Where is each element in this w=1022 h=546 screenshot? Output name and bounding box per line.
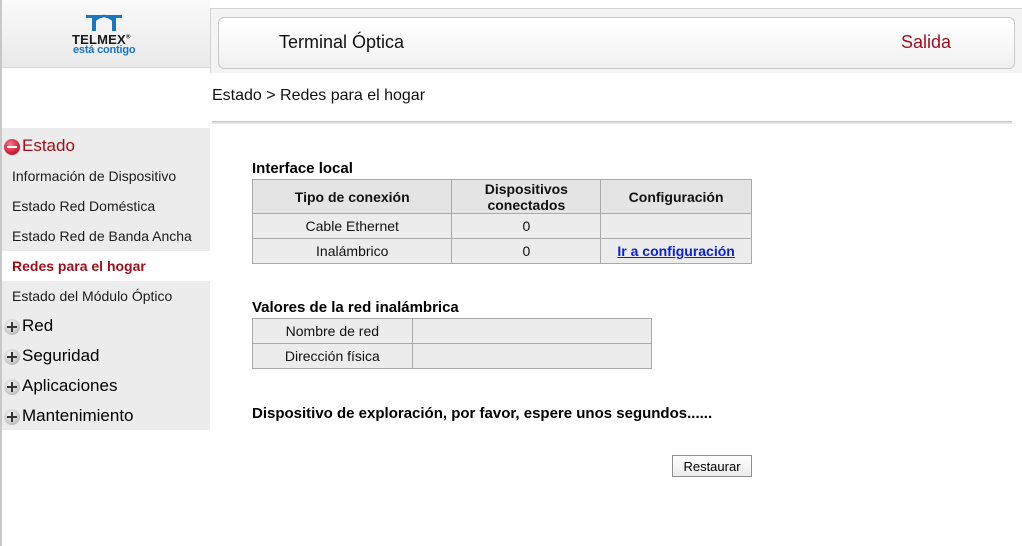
breadcrumb: Estado > Redes para el hogar xyxy=(212,87,426,104)
logo-tagline: está contigo xyxy=(73,44,136,56)
connection-type-cell: Cable Ethernet xyxy=(251,213,453,239)
table-header-row: Tipo de conexión Dispositivos conectados… xyxy=(251,179,752,214)
go-to-config-link[interactable]: Ir a configuración xyxy=(617,243,734,259)
sidebar-group-label: Seguridad xyxy=(22,346,100,365)
sidebar-item-estado-red-banda-ancha[interactable]: Estado Red de Banda Ancha xyxy=(2,221,210,251)
minus-circle-icon xyxy=(4,139,20,155)
table-row: Dirección física xyxy=(252,343,653,369)
plus-circle-icon xyxy=(4,349,20,365)
table-row: Cable Ethernet 0 xyxy=(251,213,752,239)
logout-link[interactable]: Salida xyxy=(901,32,951,53)
mac-address-value xyxy=(411,343,653,369)
sidebar-item-label: Estado del Módulo Óptico xyxy=(12,288,173,304)
connection-type-cell: Inalámbrico xyxy=(251,238,453,264)
sidebar-item-estado-modulo-optico[interactable]: Estado del Módulo Óptico xyxy=(2,281,210,311)
sidebar-group-seguridad[interactable]: Seguridad xyxy=(2,342,210,372)
restore-button[interactable]: Restaurar xyxy=(672,455,752,477)
sidebar-group-label: Mantenimiento xyxy=(22,406,134,425)
column-header: Tipo de conexión xyxy=(251,179,453,214)
sidebar-group-label: Red xyxy=(22,316,54,335)
divider xyxy=(212,121,1012,124)
local-interface-title: Interface local xyxy=(252,160,353,177)
config-cell xyxy=(600,213,752,239)
wireless-values-title: Valores de la red inalámbrica xyxy=(252,299,459,316)
sidebar-group-label: Aplicaciones xyxy=(22,376,118,395)
plus-circle-icon xyxy=(4,379,20,395)
sidebar-item-label: Información de Dispositivo xyxy=(12,168,177,184)
plus-circle-icon xyxy=(4,319,20,335)
sidebar-item-redes-hogar[interactable]: Redes para el hogar xyxy=(2,251,210,281)
scan-status-message: Dispositivo de exploración, por favor, e… xyxy=(252,405,713,422)
column-header: Configuración xyxy=(600,179,752,214)
network-name-value xyxy=(411,318,653,344)
sidebar-nav: Estado Información de Dispositivo Estado… xyxy=(2,128,210,430)
page-title: Terminal Óptica xyxy=(279,32,405,52)
sidebar-item-informacion-dispositivo[interactable]: Información de Dispositivo xyxy=(2,161,210,191)
mac-address-label: Dirección física xyxy=(252,343,413,369)
sidebar-item-estado-red-domestica[interactable]: Estado Red Doméstica xyxy=(2,191,210,221)
sidebar-item-label: Redes para el hogar xyxy=(12,258,146,274)
table-row: Nombre de red xyxy=(252,318,653,344)
local-interface-table: Tipo de conexión Dispositivos conectados… xyxy=(251,179,752,264)
wireless-values-table: Nombre de red Dirección física xyxy=(252,318,653,369)
table-row: Inalámbrico 0 Ir a configuración xyxy=(251,238,752,264)
sidebar-group-red[interactable]: Red xyxy=(2,312,210,342)
logo-panel: TELMEX® está contigo xyxy=(2,0,210,68)
config-cell: Ir a configuración xyxy=(600,238,752,264)
app-window: TELMEX® está contigo Estado Información … xyxy=(0,0,1022,546)
sidebar-group-label: Estado xyxy=(22,136,75,155)
telmex-logo-icon xyxy=(86,14,122,31)
network-name-label: Nombre de red xyxy=(252,318,413,344)
sidebar-group-mantenimiento[interactable]: Mantenimiento xyxy=(2,402,210,432)
column-header: Dispositivos conectados xyxy=(451,179,602,214)
header-bar: Terminal Óptica Salida xyxy=(218,17,1015,69)
device-count-cell: 0 xyxy=(451,213,602,239)
plus-circle-icon xyxy=(4,409,20,425)
sidebar-item-label: Estado Red de Banda Ancha xyxy=(12,228,192,244)
sidebar-group-aplicaciones[interactable]: Aplicaciones xyxy=(2,372,210,402)
sidebar-group-estado[interactable]: Estado xyxy=(2,132,210,162)
sidebar-item-label: Estado Red Doméstica xyxy=(12,198,156,214)
device-count-cell: 0 xyxy=(451,238,602,264)
